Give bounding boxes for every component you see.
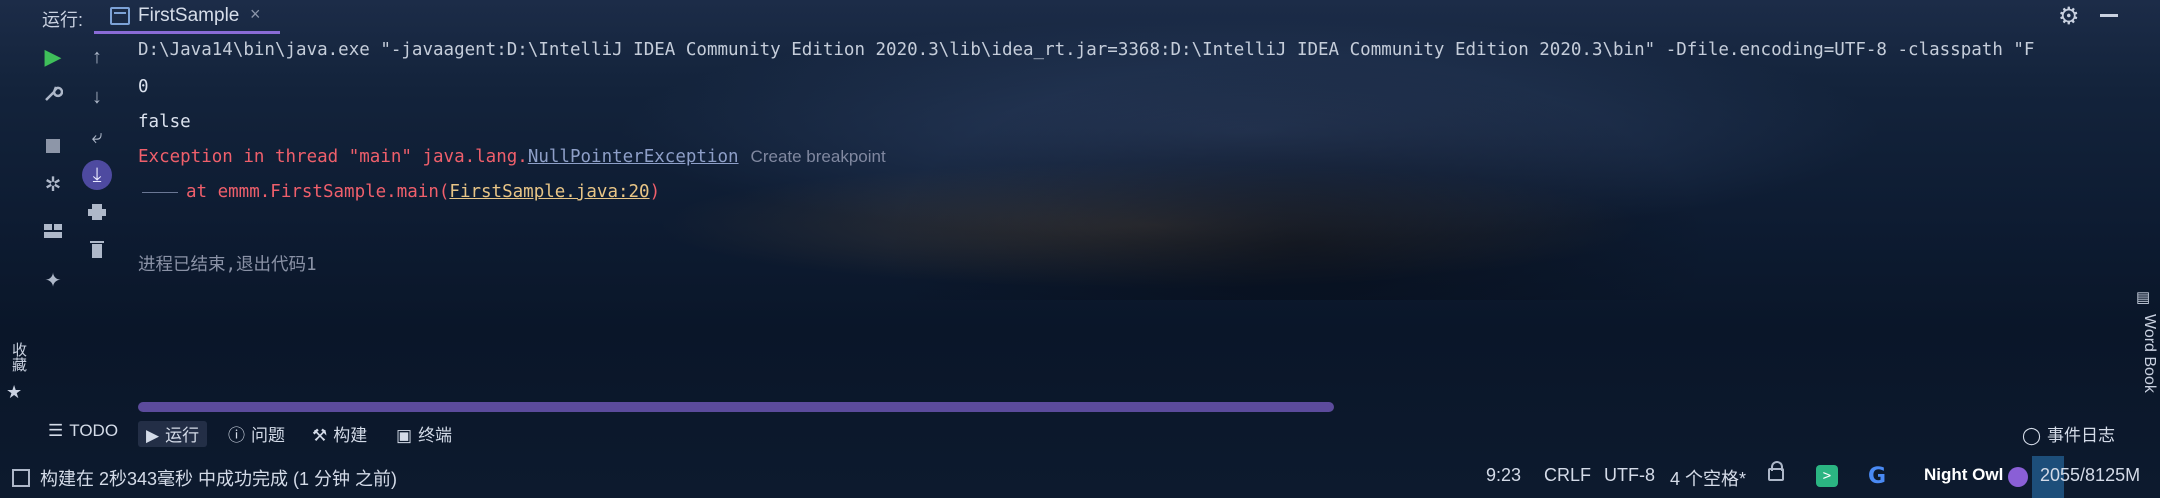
caret-position[interactable]: 9:23 <box>1486 465 1521 486</box>
console-command-line: D:\Java14\bin\java.exe "-javaagent:D:\In… <box>138 40 2035 60</box>
close-icon[interactable]: × <box>250 4 261 25</box>
lock-icon[interactable] <box>1768 461 1784 481</box>
word-book-label: Word Book <box>2141 314 2158 393</box>
tool-problems[interactable]: ⓘ 问题 <box>228 421 285 447</box>
memory-indicator[interactable]: 2055/8125M <box>2032 456 2156 498</box>
console-output-line: 0 <box>138 77 149 97</box>
exception-line: Exception in thread "main" java.lang.Nul… <box>138 147 886 167</box>
tool-todo[interactable]: ☰ TODO <box>48 421 118 447</box>
toggle-tool-windows-icon[interactable] <box>12 469 30 487</box>
tool-window-bar: ☰ TODO ▶ 运行 ⓘ 问题 ⚒ 构建 ▣ 终端 ◯ 事件日志 <box>0 418 2160 450</box>
rerun-icon[interactable]: ▶ <box>38 42 68 72</box>
favorites-label: 收藏 <box>10 342 27 372</box>
active-tab-indicator <box>94 31 280 34</box>
stop-icon[interactable] <box>38 130 68 160</box>
book-icon: ▤ <box>2136 289 2151 306</box>
debug-icon[interactable]: ✲ <box>38 170 68 200</box>
tool-run[interactable]: ▶ 运行 <box>138 421 208 447</box>
layout-shape <box>44 224 62 238</box>
source-file-link[interactable]: FirstSample.java:20 <box>449 182 649 202</box>
tab-label: FirstSample <box>138 5 240 26</box>
tab-firstsample[interactable]: FirstSample × <box>94 0 280 34</box>
word-book-tool[interactable]: ▤ Word Book <box>2132 284 2158 404</box>
tool-event-log[interactable]: ◯ 事件日志 <box>2022 421 2115 447</box>
trash-icon[interactable] <box>82 238 112 268</box>
run-icon: ▶ <box>146 426 160 445</box>
hammer-icon: ⚒ <box>312 426 328 445</box>
favorites-tool[interactable]: 收藏 ★ <box>4 342 34 404</box>
list-icon: ☰ <box>48 421 64 440</box>
gear-icon[interactable]: ⚙ <box>2058 2 2080 31</box>
tool-build[interactable]: ⚒ 构建 <box>312 421 367 447</box>
wrench-icon[interactable] <box>38 82 68 112</box>
print-icon[interactable] <box>82 200 112 230</box>
tool-terminal-label: 终端 <box>418 426 453 445</box>
indent-setting[interactable]: 4 个空格* <box>1670 465 1746 491</box>
tool-terminal[interactable]: ▣ 终端 <box>396 421 452 447</box>
info-icon: ⓘ <box>228 426 245 445</box>
build-status-message[interactable]: 构建在 2秒343毫秒 中成功完成 (1 分钟 之前) <box>40 465 397 491</box>
trash-shape <box>90 241 104 258</box>
wrench-shape <box>45 86 64 101</box>
event-log-icon: ◯ <box>2022 426 2042 445</box>
create-breakpoint-link[interactable]: Create breakpoint <box>751 147 886 166</box>
pin-icon[interactable]: ✦ <box>38 266 68 296</box>
arrow-up-icon[interactable]: ↑ <box>82 42 112 72</box>
tool-problems-label: 问题 <box>251 426 285 445</box>
terminal-icon: ▣ <box>396 426 413 445</box>
stacktrace-text: at emmm.FirstSample.main( <box>186 182 450 202</box>
layout-icon[interactable] <box>38 218 68 248</box>
terminal-plugin-icon[interactable]: > <box>1816 465 1838 487</box>
background-silhouette <box>850 40 1750 300</box>
horizontal-scrollbar[interactable] <box>138 402 1334 412</box>
soft-wrap-icon[interactable]: ⤶ <box>82 122 112 152</box>
stop-square <box>46 138 60 153</box>
file-encoding[interactable]: UTF-8 <box>1604 465 1655 486</box>
stacktrace-fold-line <box>142 191 178 193</box>
google-icon[interactable]: G <box>1868 464 1886 489</box>
tool-build-label: 构建 <box>333 426 368 445</box>
minimize-icon[interactable] <box>2100 14 2118 17</box>
memory-usage-text: 2055/8125M <box>2040 465 2141 485</box>
run-label: 运行: <box>42 10 84 30</box>
process-exit-message: 进程已结束,退出代码1 <box>138 255 317 275</box>
exception-class-link[interactable]: NullPointerException <box>528 147 739 167</box>
tool-todo-label: TODO <box>69 421 119 440</box>
stacktrace-line: at emmm.FirstSample.main(FirstSample.jav… <box>138 182 660 202</box>
scroll-to-end-icon[interactable]: ⤓ <box>82 160 112 190</box>
print-shape <box>88 204 106 220</box>
line-separator[interactable]: CRLF <box>1544 465 1591 486</box>
status-bar: 构建在 2秒343毫秒 中成功完成 (1 分钟 之前) 9:23 CRLF UT… <box>0 456 2160 498</box>
run-tab-bar: 运行: FirstSample × ⚙ <box>0 0 2160 34</box>
exception-text: Exception in thread "main" java.lang. <box>138 147 528 167</box>
theme-name[interactable]: Night Owl <box>1924 465 2003 485</box>
stacktrace-close-paren: ) <box>649 182 661 202</box>
console-icon <box>110 7 130 25</box>
tool-run-label: 运行 <box>165 426 200 445</box>
console-output-line: false <box>138 112 191 132</box>
theme-color-icon <box>2008 467 2028 487</box>
tool-event-log-label: 事件日志 <box>2047 426 2116 445</box>
star-icon: ★ <box>6 382 23 402</box>
arrow-down-icon[interactable]: ↓ <box>82 82 112 112</box>
